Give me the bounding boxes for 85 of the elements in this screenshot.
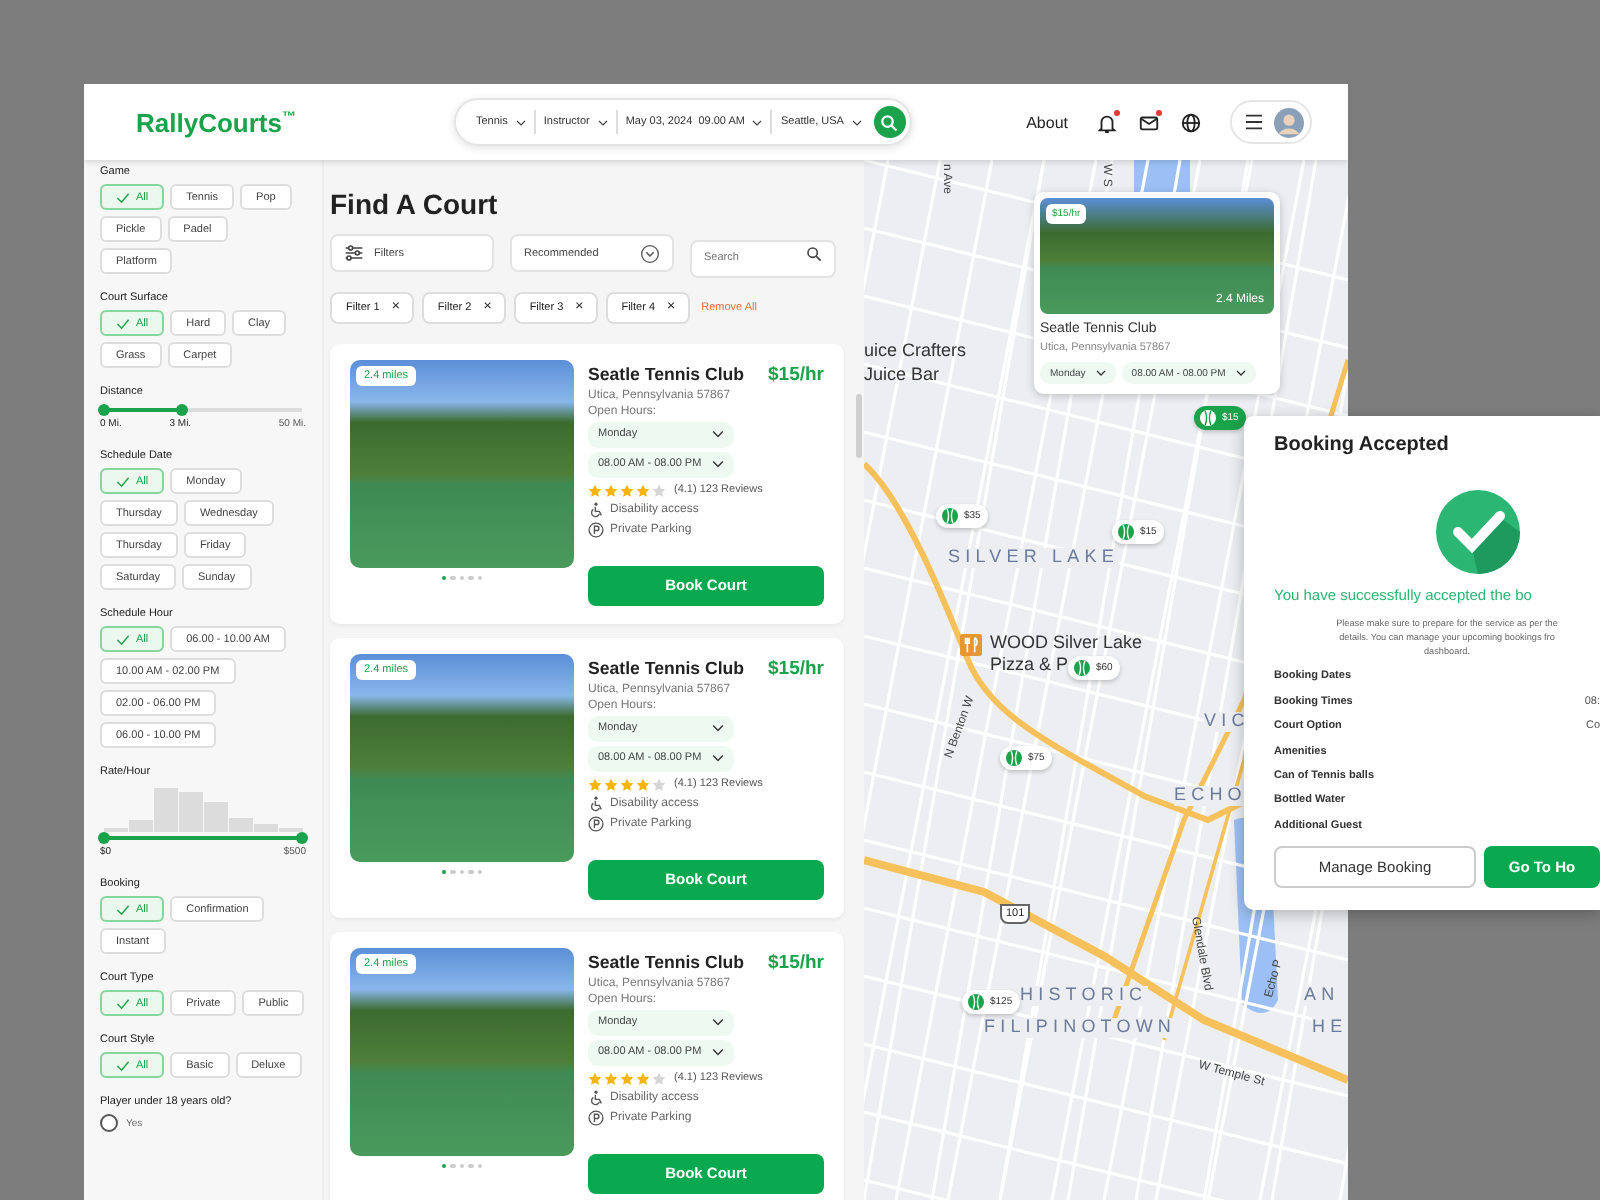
slider-handle[interactable] [175, 403, 188, 415]
court-name: Seatle Tennis Club [588, 363, 745, 383]
sliders-icon [344, 244, 364, 262]
place-label: Juice Bar [864, 364, 940, 384]
check-icon [116, 475, 130, 487]
area-label: ECHO [1174, 786, 1247, 806]
carousel-dot[interactable] [459, 575, 465, 580]
tennis-ball-icon [1006, 750, 1022, 766]
slider-handle[interactable] [98, 403, 110, 415]
area-label: HISTORIC [1020, 986, 1148, 1006]
chevron-down-icon [515, 119, 526, 125]
dialog-title: Booking Accepted [1274, 434, 1451, 456]
carousel-dot[interactable] [450, 1163, 456, 1168]
chevron-down-icon [712, 460, 724, 468]
wheelchair-icon [588, 1089, 604, 1105]
check-icon [116, 633, 130, 645]
carousel-dot[interactable] [459, 869, 465, 874]
wheelchair-icon [588, 795, 604, 811]
chevron-down-icon [1095, 370, 1106, 376]
carousel-dot[interactable] [441, 575, 447, 580]
carousel-dot[interactable] [450, 869, 456, 874]
court-price: $15/hr [768, 657, 824, 679]
slider-handle[interactable] [98, 831, 110, 843]
area-label: SILVER LAKE [948, 548, 1119, 568]
search-button[interactable] [873, 106, 906, 138]
chevron-down-icon [597, 119, 608, 125]
about-link[interactable]: About [1026, 113, 1068, 131]
parking-icon [588, 1109, 604, 1125]
search-icon [880, 113, 899, 131]
carousel-dot[interactable] [441, 869, 447, 874]
carousel-dot[interactable] [468, 575, 474, 580]
court-name: Seatle Tennis Club [588, 657, 745, 677]
chevron-down-icon [640, 243, 660, 263]
bell-icon [1096, 111, 1118, 133]
carousel-dot[interactable] [477, 575, 483, 580]
wheelchair-icon [588, 501, 604, 517]
tennis-ball-icon [968, 994, 984, 1010]
parking-icon [588, 815, 604, 831]
tennis-ball-icon [1200, 410, 1216, 426]
restaurant-icon [960, 634, 982, 656]
carousel-dot[interactable] [459, 1163, 465, 1168]
carousel-dot[interactable] [477, 869, 483, 874]
court-name: Seatle Tennis Club [588, 951, 745, 971]
search-icon [806, 245, 822, 261]
chevron-down-icon [851, 119, 862, 125]
court-price: $15/hr [768, 363, 824, 385]
carousel-dot[interactable] [468, 869, 474, 874]
chevron-down-icon [712, 1018, 724, 1026]
mail-icon [1138, 111, 1160, 133]
carousel-dot[interactable] [477, 1163, 483, 1168]
area-label: HE [1312, 1018, 1348, 1038]
page-title: Find A Court [330, 188, 500, 220]
avatar-icon [1274, 107, 1304, 137]
check-icon [116, 191, 130, 203]
check-icon [116, 317, 130, 329]
court-price: $15/hr [768, 951, 824, 973]
carousel-dot[interactable] [450, 575, 456, 580]
place-label: uice Crafters [864, 340, 967, 360]
chevron-down-icon [712, 724, 724, 732]
area-label: FILIPINOTOWN [984, 1018, 1177, 1038]
tennis-ball-icon [1118, 524, 1134, 540]
check-icon [116, 997, 130, 1009]
chevron-down-icon [712, 430, 724, 438]
carousel-dot[interactable] [441, 1163, 447, 1168]
chevron-down-icon [712, 754, 724, 762]
notification-button[interactable] [1092, 107, 1122, 137]
radio-button[interactable] [100, 1114, 118, 1132]
check-icon [116, 1059, 130, 1071]
unread-dot [1114, 109, 1120, 115]
carousel-dot[interactable] [468, 1163, 474, 1168]
scrollbar-thumb[interactable] [856, 394, 862, 458]
chevron-down-icon [752, 119, 763, 125]
tennis-ball-icon [1074, 660, 1090, 676]
account-menu[interactable] [1230, 100, 1312, 144]
parking-icon [588, 521, 604, 537]
globe-icon [1180, 111, 1202, 133]
check-icon [116, 903, 130, 915]
success-check-icon [1434, 488, 1522, 576]
menu-icon [1244, 114, 1264, 130]
chevron-down-icon [1235, 370, 1246, 376]
tennis-ball-icon [942, 508, 958, 524]
unread-dot [1156, 109, 1162, 115]
chevron-down-icon [712, 1048, 724, 1056]
place-label: Pizza & P [990, 654, 1069, 674]
place-label: WOOD Silver Lake [990, 632, 1143, 652]
